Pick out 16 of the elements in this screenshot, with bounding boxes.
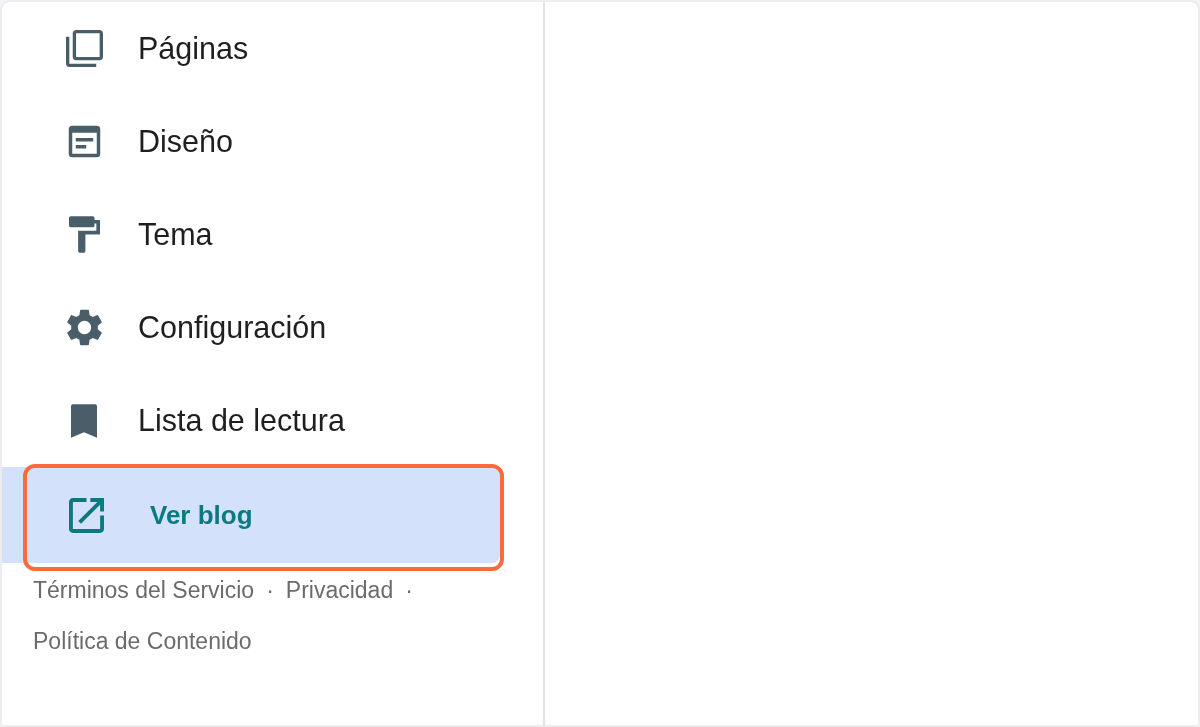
sidebar-item[interactable]: Configuración — [2, 281, 500, 374]
settings-icon — [66, 309, 102, 346]
footer-link[interactable]: Política de Contenido — [33, 616, 252, 667]
sidebar-item[interactable]: Tema — [2, 188, 500, 281]
external-link-icon — [68, 497, 104, 533]
stacked-squares-icon — [65, 30, 103, 67]
separator-dot: · — [405, 576, 413, 605]
sidebar-item[interactable]: Páginas — [2, 2, 500, 95]
sidebar-item[interactable]: Lista de lectura — [2, 374, 500, 467]
sidebar-item[interactable]: Diseño — [2, 95, 500, 188]
paint-roller-icon — [68, 216, 100, 253]
layout-icon — [66, 124, 102, 159]
footer-link[interactable]: Privacidad — [285, 565, 394, 616]
separator-dot: · — [266, 576, 274, 605]
footer-link[interactable]: Términos del Servicio — [33, 565, 255, 616]
bookmark-icon — [71, 403, 97, 438]
